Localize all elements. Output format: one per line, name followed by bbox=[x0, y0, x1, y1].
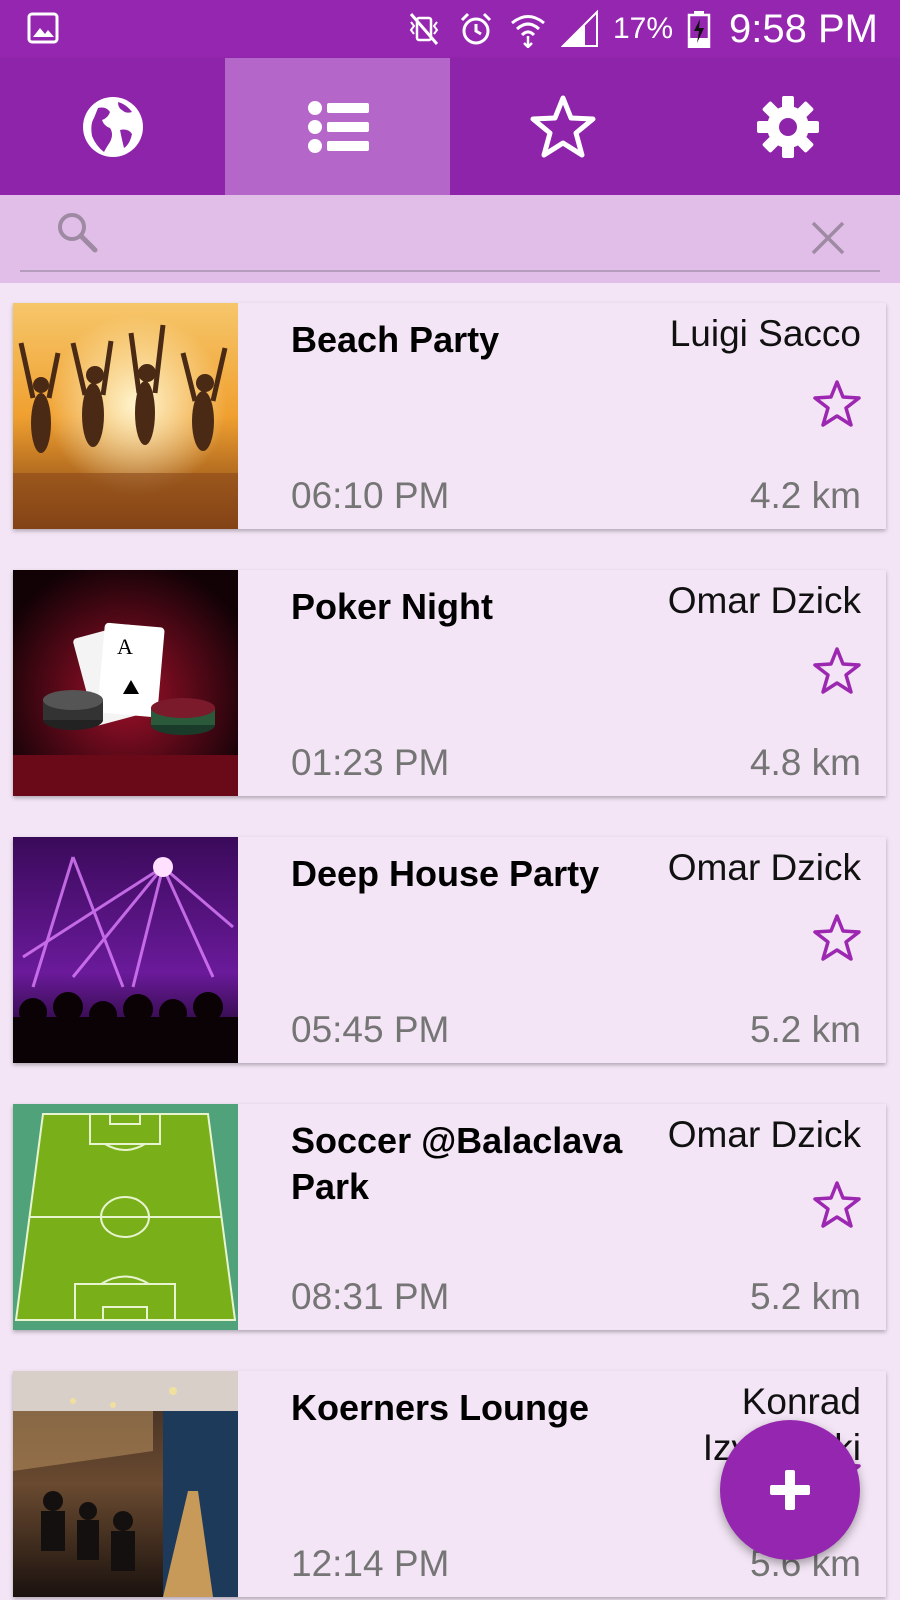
event-host: Omar Dzick bbox=[667, 1114, 861, 1155]
svg-text:A: A bbox=[117, 634, 133, 659]
event-image-soccer bbox=[13, 1104, 238, 1330]
event-title: Koerners Lounge bbox=[291, 1387, 590, 1428]
event-card[interactable]: A Poker Night Omar Dzick 01:23 PM 4.8 km bbox=[13, 570, 886, 796]
tab-bar bbox=[0, 58, 900, 195]
event-distance: 4.8 km bbox=[749, 742, 861, 783]
event-card[interactable]: Beach Party Luigi Sacco 06:10 PM 4.2 km bbox=[13, 303, 886, 529]
event-host: Omar Dzick bbox=[667, 580, 861, 621]
list-icon bbox=[307, 100, 369, 153]
favorite-star-icon[interactable] bbox=[812, 913, 862, 963]
search-input[interactable] bbox=[112, 208, 776, 260]
status-bar: 17% 9:58 PM bbox=[0, 0, 900, 58]
gear-icon bbox=[756, 95, 819, 158]
event-image-poker-night: A bbox=[13, 570, 238, 796]
event-title: Poker Night bbox=[291, 586, 494, 627]
signal-icon bbox=[560, 10, 598, 47]
wifi-icon bbox=[511, 15, 545, 48]
event-time: 05:45 PM bbox=[291, 1009, 450, 1050]
star-outline-icon bbox=[530, 95, 595, 157]
favorite-star-icon[interactable] bbox=[812, 646, 862, 696]
event-host: Luigi Sacco bbox=[669, 313, 861, 354]
search-icon bbox=[58, 213, 98, 253]
event-image-beach-party bbox=[13, 303, 238, 529]
battery-percentage: 17% bbox=[612, 12, 674, 45]
close-icon[interactable] bbox=[810, 220, 846, 256]
tab-settings[interactable] bbox=[675, 58, 900, 195]
tab-list[interactable] bbox=[225, 58, 450, 195]
event-time: 12:14 PM bbox=[291, 1543, 450, 1584]
event-image-deep-house-party bbox=[13, 837, 238, 1063]
favorite-star-icon[interactable] bbox=[812, 1180, 862, 1230]
event-title: Deep House Party bbox=[291, 853, 600, 894]
event-distance: 5.2 km bbox=[749, 1276, 861, 1317]
globe-icon bbox=[82, 96, 143, 157]
event-title: Beach Party bbox=[291, 319, 500, 360]
add-event-button[interactable] bbox=[720, 1420, 860, 1560]
event-distance: 4.2 km bbox=[749, 475, 861, 516]
event-time: 08:31 PM bbox=[291, 1276, 450, 1317]
event-time: 06:10 PM bbox=[291, 475, 450, 516]
event-distance: 5.2 km bbox=[749, 1009, 861, 1050]
vibrate-mute-icon bbox=[409, 13, 439, 45]
event-time: 01:23 PM bbox=[291, 742, 450, 783]
gallery-notification-icon bbox=[27, 12, 59, 44]
event-card[interactable]: Soccer @Balaclava Park Omar Dzick 08:31 … bbox=[13, 1104, 886, 1330]
clock: 9:58 PM bbox=[729, 6, 878, 51]
event-host: Omar Dzick bbox=[667, 847, 861, 888]
event-image-koerners-lounge bbox=[13, 1371, 238, 1597]
search-underline bbox=[20, 270, 880, 272]
battery-charging-icon bbox=[687, 11, 711, 48]
event-card[interactable]: Deep House Party Omar Dzick 05:45 PM 5.2… bbox=[13, 837, 886, 1063]
tab-map[interactable] bbox=[0, 58, 225, 195]
plus-icon bbox=[770, 1470, 810, 1510]
event-title: Soccer @Balaclava Park bbox=[291, 1120, 623, 1207]
favorite-star-icon[interactable] bbox=[812, 379, 862, 429]
alarm-icon bbox=[460, 12, 492, 45]
tab-favorites[interactable] bbox=[450, 58, 675, 195]
